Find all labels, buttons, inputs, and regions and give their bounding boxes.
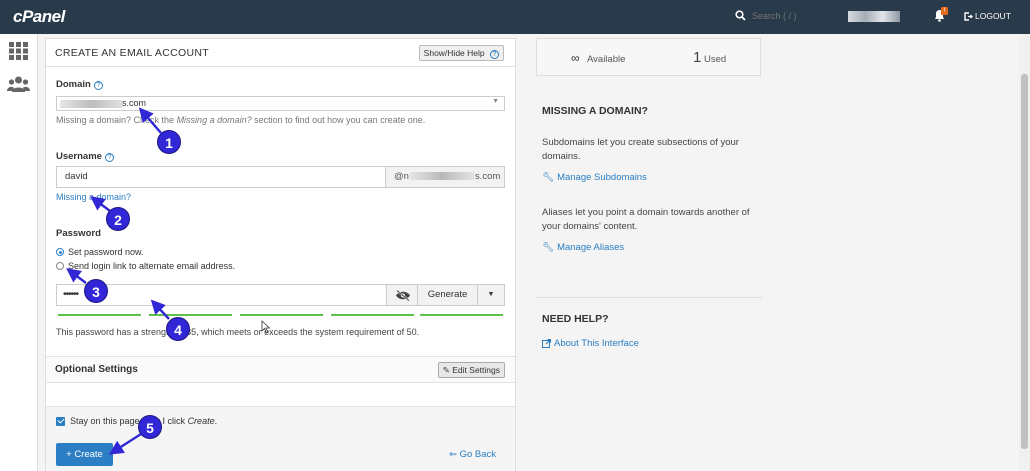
- checkbox-checked[interactable]: [56, 416, 65, 426]
- domain-value: s.com: [122, 98, 147, 108]
- radio-send-link[interactable]: Send login link to alternate email addre…: [56, 261, 235, 271]
- available-value: ∞: [571, 51, 580, 65]
- domain-help-prefix: Missing a domain? Check the: [56, 115, 177, 125]
- domain-redacted: [60, 100, 122, 108]
- radio-set-password-label: Set password now.: [68, 247, 144, 257]
- annotation-marker-1: 1: [157, 130, 181, 154]
- manage-aliases-label: Manage Aliases: [557, 242, 625, 253]
- username-help-icon[interactable]: ?: [104, 153, 114, 162]
- about-interface-label: About This Interface: [554, 338, 639, 349]
- username-domain-addon: @n s.com: [385, 166, 505, 188]
- wrench-icon: 🔧︎: [542, 172, 555, 183]
- stay-on-page-checkbox[interactable]: Stay on this page after I click Create.: [56, 416, 217, 426]
- show-hide-help-button[interactable]: Show/Hide Help ?: [418, 45, 504, 61]
- aliases-description: Aliases let you point a domain towards a…: [542, 207, 750, 232]
- domain-help-italic: Missing a domain?: [176, 115, 252, 125]
- top-bar: cPanel ! LOGOUT: [0, 0, 1030, 34]
- password-label: Password: [56, 228, 101, 239]
- strength-segment: [58, 314, 141, 316]
- about-interface-link[interactable]: About This Interface: [542, 338, 639, 349]
- addon-redacted: [409, 172, 474, 181]
- logout-button[interactable]: LOGOUT: [964, 11, 1011, 21]
- available-label: Available: [587, 54, 626, 65]
- domain-help-suffix: section to find out how you can create o…: [251, 115, 426, 125]
- domain-label: Domain?: [56, 79, 103, 90]
- external-link-icon: [542, 339, 551, 348]
- logout-label: LOGOUT: [975, 11, 1011, 21]
- user-name-redacted[interactable]: [848, 11, 900, 22]
- radio-set-password[interactable]: Set password now.: [56, 247, 144, 257]
- arrow-left-icon: ⇐: [449, 449, 457, 460]
- notification-badge: !: [941, 7, 948, 15]
- strength-segment: [331, 314, 414, 316]
- create-button[interactable]: + Create: [56, 443, 113, 466]
- username-label-text: Username: [56, 151, 102, 162]
- annotation-marker-4: 4: [166, 317, 190, 341]
- grid-icon[interactable]: [9, 42, 28, 60]
- cpanel-logo[interactable]: cPanel: [13, 7, 65, 27]
- chevron-down-icon: ▼: [492, 98, 499, 105]
- annotation-marker-2: 2: [106, 207, 130, 231]
- users-icon[interactable]: [7, 76, 30, 93]
- help-toggle-label: Show/Hide Help: [423, 48, 485, 58]
- stay-italic: Create: [187, 416, 215, 426]
- radio-button-selected[interactable]: [56, 248, 64, 256]
- pencil-icon: ✎: [442, 365, 450, 375]
- go-back-label: Go Back: [459, 449, 497, 460]
- form-footer: Stay on this page after I click Create. …: [46, 406, 515, 471]
- generate-options-button[interactable]: ▼: [477, 284, 505, 306]
- sidebar-divider: [536, 297, 762, 298]
- wrench-icon: 🔧︎: [542, 242, 555, 253]
- question-icon: ?: [490, 50, 499, 59]
- page-scrollbar[interactable]: [1019, 34, 1030, 471]
- logout-icon: [964, 11, 973, 21]
- strength-segment: [240, 314, 323, 316]
- manage-subdomains-label: Manage Subdomains: [557, 172, 647, 183]
- left-rail: [0, 34, 38, 471]
- domain-select[interactable]: s.com ▼: [56, 96, 505, 111]
- scrollbar-thumb[interactable]: [1021, 74, 1028, 449]
- mouse-cursor-icon: [261, 320, 271, 334]
- missing-domain-title: MISSING A DOMAIN?: [542, 105, 648, 117]
- strength-segment: [149, 314, 232, 316]
- search-input[interactable]: [752, 10, 822, 21]
- toggle-visibility-button[interactable]: [386, 284, 418, 306]
- stay-suffix: .: [214, 416, 218, 426]
- annotation-marker-5: 5: [138, 415, 162, 439]
- used-label: Used: [704, 54, 727, 65]
- account-stats: ∞ Available 1 Used: [536, 38, 761, 76]
- create-email-panel: CREATE AN EMAIL ACCOUNT Show/Hide Help ?…: [45, 38, 516, 471]
- page-title: CREATE AN EMAIL ACCOUNT: [55, 47, 209, 59]
- username-label: Username?: [56, 151, 114, 162]
- domain-label-text: Domain: [56, 79, 91, 90]
- radio-send-link-label: Send login link to alternate email addre…: [68, 261, 236, 271]
- optional-settings-title: Optional Settings: [55, 364, 138, 375]
- go-back-link[interactable]: ⇐ Go Back: [449, 449, 496, 460]
- generate-button[interactable]: Generate: [417, 284, 478, 306]
- strength-segment: [420, 314, 503, 316]
- optional-settings-bar: Optional Settings ✎ Edit Settings: [46, 356, 515, 383]
- username-input[interactable]: david: [56, 166, 386, 188]
- password-strength-text: This password has a strength of 85, whic…: [56, 327, 420, 337]
- radio-button[interactable]: [56, 262, 64, 270]
- eye-slash-icon: [396, 290, 410, 301]
- manage-aliases-link[interactable]: 🔧︎ Manage Aliases: [542, 242, 624, 253]
- used-value: 1: [693, 49, 702, 66]
- edit-settings-label: Edit Settings: [452, 365, 500, 375]
- need-help-title: NEED HELP?: [542, 313, 609, 325]
- subdomains-description: Subdomains let you create subsections of…: [542, 137, 739, 162]
- domain-help-icon[interactable]: ?: [93, 81, 103, 90]
- stay-prefix: Stay on this page after I click: [70, 416, 188, 426]
- domain-help-text: Missing a domain? Check the Missing a do…: [56, 115, 425, 125]
- addon-prefix: @n: [394, 171, 409, 182]
- annotation-marker-3: 3: [84, 279, 108, 303]
- search-area[interactable]: [735, 10, 822, 21]
- addon-suffix: s.com: [474, 171, 501, 182]
- missing-domain-link[interactable]: Missing a domain?: [56, 192, 131, 202]
- caret-down-icon: ▼: [487, 291, 495, 298]
- edit-settings-button[interactable]: ✎ Edit Settings: [437, 362, 505, 378]
- manage-subdomains-link[interactable]: 🔧︎ Manage Subdomains: [542, 172, 647, 183]
- panel-header: CREATE AN EMAIL ACCOUNT Show/Hide Help ?: [46, 39, 515, 67]
- search-icon: [735, 10, 746, 21]
